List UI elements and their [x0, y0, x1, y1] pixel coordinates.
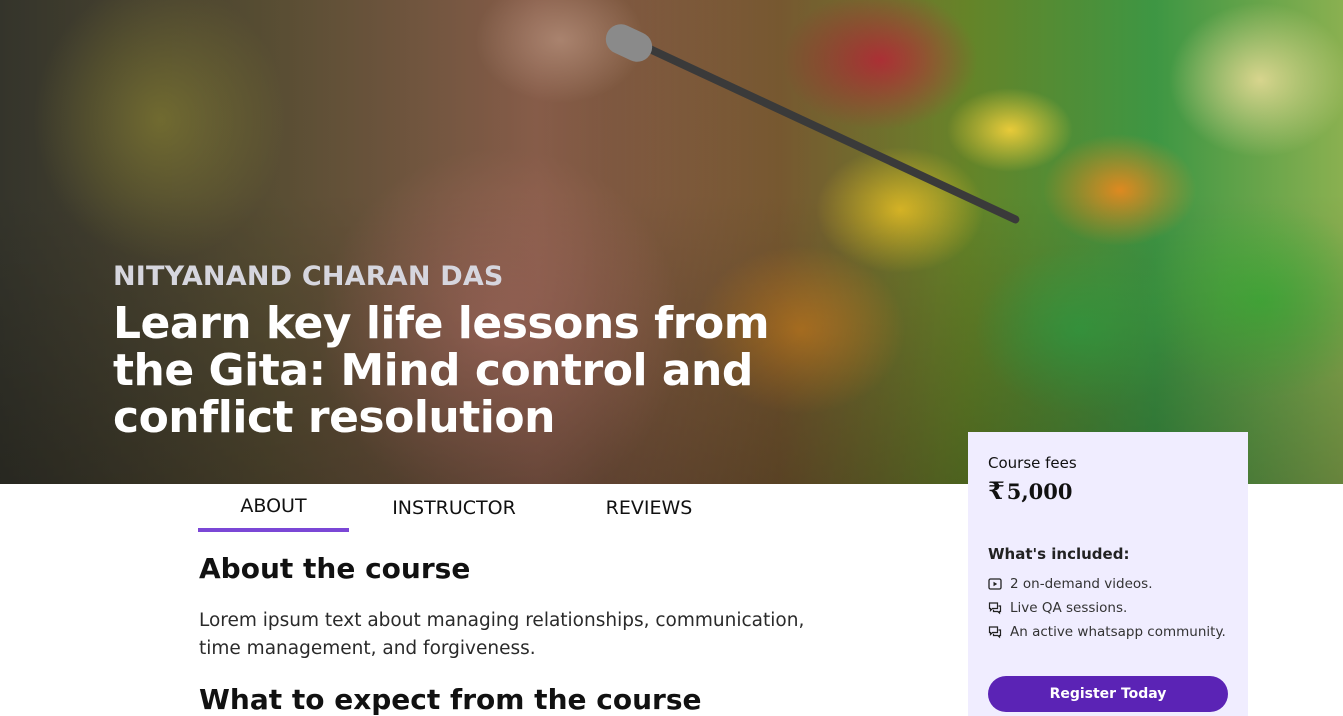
about-description: Lorem ipsum text about managing relation…	[199, 610, 805, 659]
course-title: Learn key life lessons from the Gita: Mi…	[113, 298, 770, 443]
list-item: 2 on-demand videos.	[988, 572, 1228, 596]
rupee-symbol: ₹	[988, 476, 1005, 505]
included-item-text: 2 on-demand videos.	[1010, 576, 1153, 592]
course-tabs: ABOUT INSTRUCTOR REVIEWS	[198, 484, 739, 532]
course-fee-card: Course fees ₹ 5,000 What's included: 2 o…	[968, 432, 1248, 716]
expect-heading: What to expect from the course	[199, 683, 702, 716]
list-item: Live QA sessions.	[988, 596, 1228, 620]
about-heading: About the course	[199, 552, 471, 585]
tab-instructor[interactable]: INSTRUCTOR	[349, 484, 559, 532]
hero-banner: NITYANAND CHARAN DAS Learn key life less…	[0, 0, 1343, 484]
chat-bubbles-icon	[988, 601, 1002, 615]
list-item: An active whatsapp community.	[988, 620, 1228, 644]
video-play-icon	[988, 577, 1002, 591]
included-item-text: Live QA sessions.	[1010, 600, 1128, 616]
instructor-name: NITYANAND CHARAN DAS	[113, 261, 504, 292]
fee-label: Course fees	[988, 454, 1077, 472]
chat-bubbles-icon	[988, 625, 1002, 639]
register-button[interactable]: Register Today	[988, 676, 1228, 712]
included-label: What's included:	[988, 545, 1130, 563]
included-list: 2 on-demand videos. Live QA sessions. An…	[988, 572, 1228, 644]
included-item-text: An active whatsapp community.	[1010, 624, 1226, 640]
fee-price: ₹ 5,000	[988, 476, 1228, 505]
tab-reviews[interactable]: REVIEWS	[559, 484, 739, 532]
tab-about[interactable]: ABOUT	[198, 484, 349, 532]
fee-amount: 5,000	[1006, 479, 1073, 504]
